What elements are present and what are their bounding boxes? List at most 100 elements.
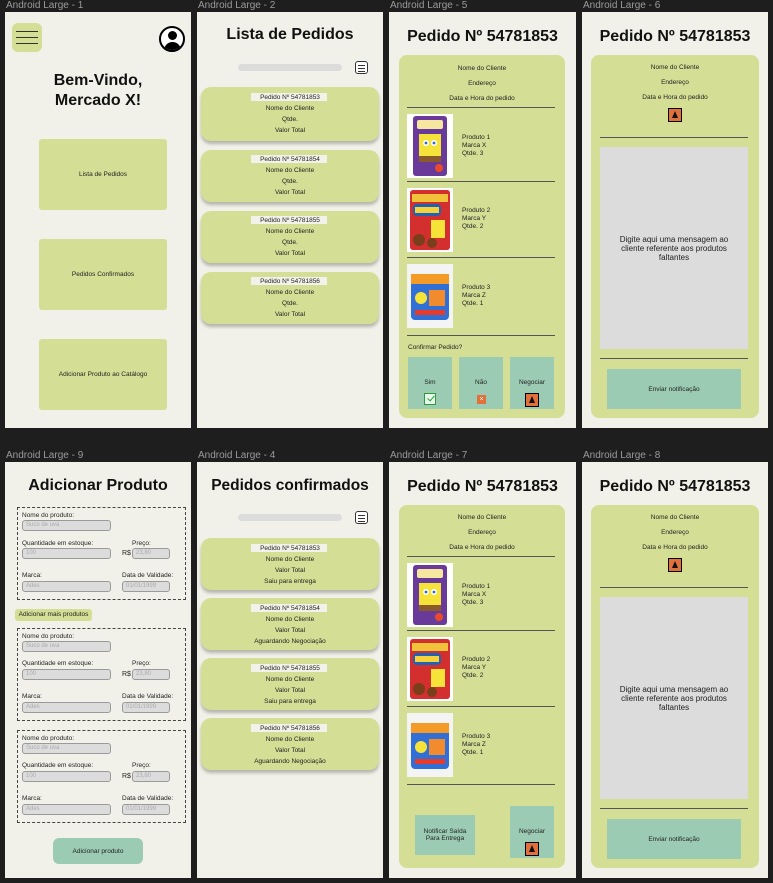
product-form-group: Nome do produto: Suco de uva Quantidade …	[17, 730, 186, 823]
search-input[interactable]	[238, 514, 342, 521]
frame-label: Android Large - 4	[198, 450, 276, 461]
order-total: Valor Total	[274, 250, 306, 257]
field-label: Quantidade em estoque:	[22, 762, 94, 769]
product-form-group: Nome do produto: Suco de uva Quantidade …	[17, 628, 186, 721]
client-name: Nome do Cliente	[265, 228, 315, 235]
product-info: Produto 3 Marca Z Qtde. 1	[462, 284, 491, 307]
currency-label: R$	[122, 550, 131, 557]
order-panel: Nome do Cliente Endereço Data e Hora do …	[399, 505, 565, 868]
price-input[interactable]: 23,80	[132, 771, 170, 782]
client-name: Nome do Cliente	[265, 105, 315, 112]
close-icon: ×	[477, 395, 486, 404]
send-notification-button[interactable]: Enviar notificação	[607, 819, 741, 859]
field-label: Marca:	[22, 693, 42, 700]
price-input[interactable]: 23,80	[132, 548, 170, 559]
confirmed-order-detail-screen: Pedido Nº 54781853 Nome do Cliente Ender…	[389, 462, 576, 878]
stock-input[interactable]: 100	[22, 771, 111, 782]
order-total: Valor Total	[274, 747, 306, 754]
field-label: Nome do produto:	[22, 735, 75, 742]
product-info: Produto 2 Marca Y Qtde. 2	[462, 656, 491, 679]
add-more-products-button[interactable]: Adicionar mais produtos	[15, 609, 92, 621]
hamburger-menu-button[interactable]	[12, 23, 42, 52]
order-number: Pedido Nº 54781856	[260, 725, 320, 732]
page-title: Pedido Nº 54781853	[407, 28, 558, 45]
order-card[interactable]: Pedido Nº 54781855 Nome do Cliente Valor…	[201, 658, 379, 710]
client-name: Nome do Cliente	[265, 289, 315, 296]
submit-product-button[interactable]: Adicionar produto	[53, 838, 143, 864]
warning-icon	[668, 558, 682, 572]
currency-label: R$	[122, 773, 131, 780]
expiry-input[interactable]: 01/01/1999	[122, 702, 170, 713]
order-total: Valor Total	[274, 127, 306, 134]
field-label: Nome do produto:	[22, 512, 75, 519]
page-title: Pedido Nº 54781853	[599, 28, 751, 45]
yes-button[interactable]: Sim	[408, 357, 452, 409]
order-list-button[interactable]: Lista de Pedidos	[39, 139, 167, 210]
product-image	[407, 563, 453, 627]
order-card[interactable]: Pedido Nº 54781853 Nome do Cliente Valor…	[201, 538, 379, 590]
message-textarea[interactable]: Digite aqui uma mensagem ao cliente refe…	[600, 597, 748, 799]
order-detail-screen: Pedido Nº 54781853 Nome do Cliente Ender…	[389, 12, 576, 428]
order-qty: Qtde.	[282, 178, 298, 185]
product-name-input[interactable]: Suco de uva	[22, 743, 111, 754]
message-textarea[interactable]: Digite aqui uma mensagem ao cliente refe…	[600, 147, 748, 349]
address: Endereço	[468, 80, 496, 87]
client-name: Nome do Cliente	[650, 64, 700, 71]
order-card[interactable]: Pedido Nº 54781854 Nome do Cliente Valor…	[201, 598, 379, 650]
price-input[interactable]: 23,80	[132, 669, 170, 680]
client-name: Nome do Cliente	[265, 676, 315, 683]
notify-dispatch-button[interactable]: Notificar Saída Para Entrega	[415, 815, 475, 855]
client-name: Nome do Cliente	[650, 514, 700, 521]
order-card[interactable]: Pedido Nº 54781856 Nome do Cliente Valor…	[201, 718, 379, 770]
stock-input[interactable]: 100	[22, 669, 111, 680]
frame-label: Android Large - 2	[198, 0, 276, 11]
product-name-input[interactable]: Suco de uva	[22, 520, 111, 531]
filter-icon[interactable]	[355, 61, 368, 74]
expiry-input[interactable]: 01/01/1999	[122, 804, 170, 815]
message-panel: Nome do Cliente Endereço Data e Hora do …	[591, 55, 759, 418]
add-product-button[interactable]: Adicionar Produto ao Catálogo	[39, 339, 167, 410]
check-icon	[424, 393, 436, 405]
brand-input[interactable]: Ades	[22, 702, 111, 713]
order-qty: Qtde.	[282, 239, 298, 246]
confirmed-orders-screen: Pedidos confirmados Pedido Nº 54781853 N…	[197, 462, 383, 878]
address: Endereço	[661, 79, 689, 86]
negotiate-button[interactable]: Negociar	[510, 357, 554, 409]
order-card[interactable]: Pedido Nº 54781855 Nome do Cliente Qtde.…	[201, 211, 379, 263]
brand-input[interactable]: Ades	[22, 581, 111, 592]
order-list-screen: Lista de Pedidos Pedido Nº 54781853 Nome…	[197, 12, 383, 428]
stock-input[interactable]: 100	[22, 548, 111, 559]
order-card[interactable]: Pedido Nº 54781853 Nome do Cliente Qtde.…	[201, 87, 379, 141]
order-card[interactable]: Pedido Nº 54781854 Nome do Cliente Qtde.…	[201, 150, 379, 202]
frame-label: Android Large - 6	[583, 0, 661, 11]
order-number: Pedido Nº 54781853	[260, 94, 320, 101]
order-number: Pedido Nº 54781854	[260, 605, 320, 612]
expiry-input[interactable]: 01/01/1999	[122, 581, 170, 592]
client-name: Nome do Cliente	[265, 556, 315, 563]
frame-label: Android Large - 1	[6, 0, 84, 11]
search-input[interactable]	[238, 64, 342, 71]
page-title: Pedido Nº 54781853	[407, 478, 558, 495]
order-card[interactable]: Pedido Nº 54781856 Nome do Cliente Qtde.…	[201, 272, 379, 324]
filter-icon[interactable]	[355, 511, 368, 524]
negotiate-button[interactable]: Negociar	[510, 806, 554, 858]
order-total: Valor Total	[274, 627, 306, 634]
product-name-input[interactable]: Suco de uva	[22, 641, 111, 652]
field-label: Nome do produto:	[22, 633, 75, 640]
address: Endereço	[661, 529, 689, 536]
confirmed-orders-button[interactable]: Pedidos Confirmados	[39, 239, 167, 310]
product-info: Produto 1 Marca X Qtde. 3	[462, 134, 491, 157]
page-title: Adicionar Produto	[28, 477, 168, 494]
client-name: Nome do Cliente	[457, 65, 507, 72]
product-image	[407, 264, 453, 328]
field-label: Preço:	[132, 762, 151, 769]
client-name: Nome do Cliente	[457, 514, 507, 521]
profile-avatar-button[interactable]	[159, 26, 185, 52]
send-notification-button[interactable]: Enviar notificação	[607, 369, 741, 409]
order-status: Aguardando Negociação	[254, 638, 326, 645]
no-button[interactable]: Não ×	[459, 357, 503, 409]
order-number: Pedido Nº 54781854	[260, 156, 320, 163]
frame-label: Android Large - 9	[6, 450, 84, 461]
brand-input[interactable]: Ades	[22, 804, 111, 815]
field-label: Data de Validade:	[122, 693, 174, 700]
